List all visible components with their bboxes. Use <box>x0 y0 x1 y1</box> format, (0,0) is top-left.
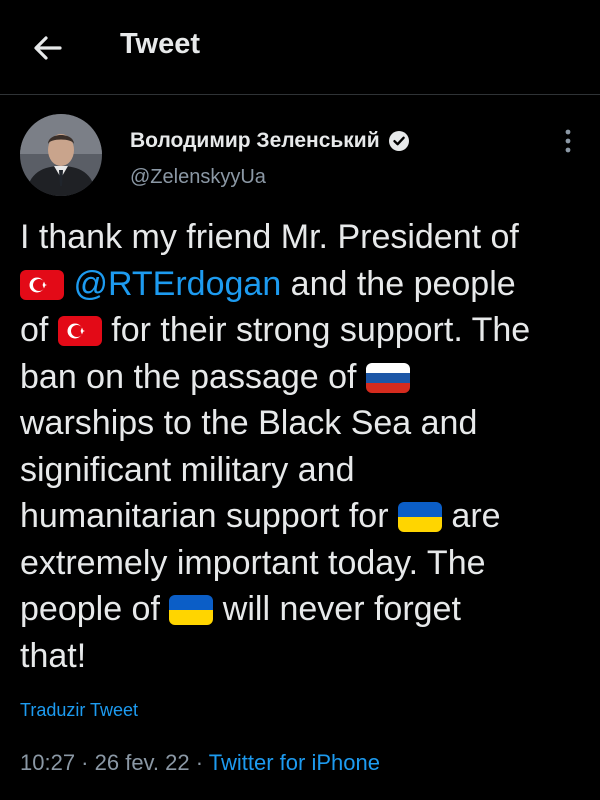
tweet-line: people of will never forget <box>20 590 461 628</box>
author-name[interactable]: Володимир Зеленський <box>130 129 380 153</box>
ukraine-flag-icon <box>169 595 214 625</box>
tweet-meta: 10:27 · 26 fev. 22 · Twitter for iPhone <box>20 750 380 776</box>
top-bar: Tweet <box>0 0 600 94</box>
back-arrow-icon[interactable] <box>30 30 66 66</box>
russia-flag-icon <box>365 362 410 393</box>
author-handle[interactable]: @ZelenskyyUa <box>130 166 266 189</box>
meta-separator: · <box>189 750 209 775</box>
tweet-source-link[interactable]: Twitter for iPhone <box>209 750 380 775</box>
tweet-line: humanitarian support for are <box>20 497 501 535</box>
turkey-flag-icon <box>57 316 102 346</box>
tweet-line: I thank my friend Mr. President of <box>20 218 519 256</box>
tweet-text: I thank my friend Mr. President of @RTEr… <box>20 214 590 679</box>
mention-link[interactable]: @RTErdogan <box>73 265 281 303</box>
tweet-time: 10:27 <box>20 750 76 775</box>
verified-badge-icon <box>388 130 410 152</box>
author-row: Володимир Зеленський <box>130 129 410 153</box>
tweet-line: significant military and <box>20 450 355 489</box>
meta-separator: · <box>75 750 95 775</box>
avatar[interactable] <box>20 114 102 196</box>
tweet-line: ban on the passage of <box>20 354 590 401</box>
page-title: Tweet <box>120 28 201 60</box>
header-divider <box>0 94 600 95</box>
tweet-date: 26 fev. 22 <box>94 750 190 775</box>
translate-tweet-link[interactable]: Traduzir Tweet <box>20 700 138 721</box>
tweet-line: extremely important today. The <box>20 543 486 582</box>
tweet-line: @RTErdogan and the people <box>20 261 590 308</box>
tweet-line: that! <box>20 636 87 675</box>
ukraine-flag-icon <box>397 502 442 532</box>
more-options-icon[interactable] <box>558 128 578 154</box>
turkey-flag-icon <box>20 269 64 300</box>
tweet-line: of for their strong support. The <box>20 311 531 349</box>
tweet-line: warships to the Black Sea and <box>20 404 478 442</box>
